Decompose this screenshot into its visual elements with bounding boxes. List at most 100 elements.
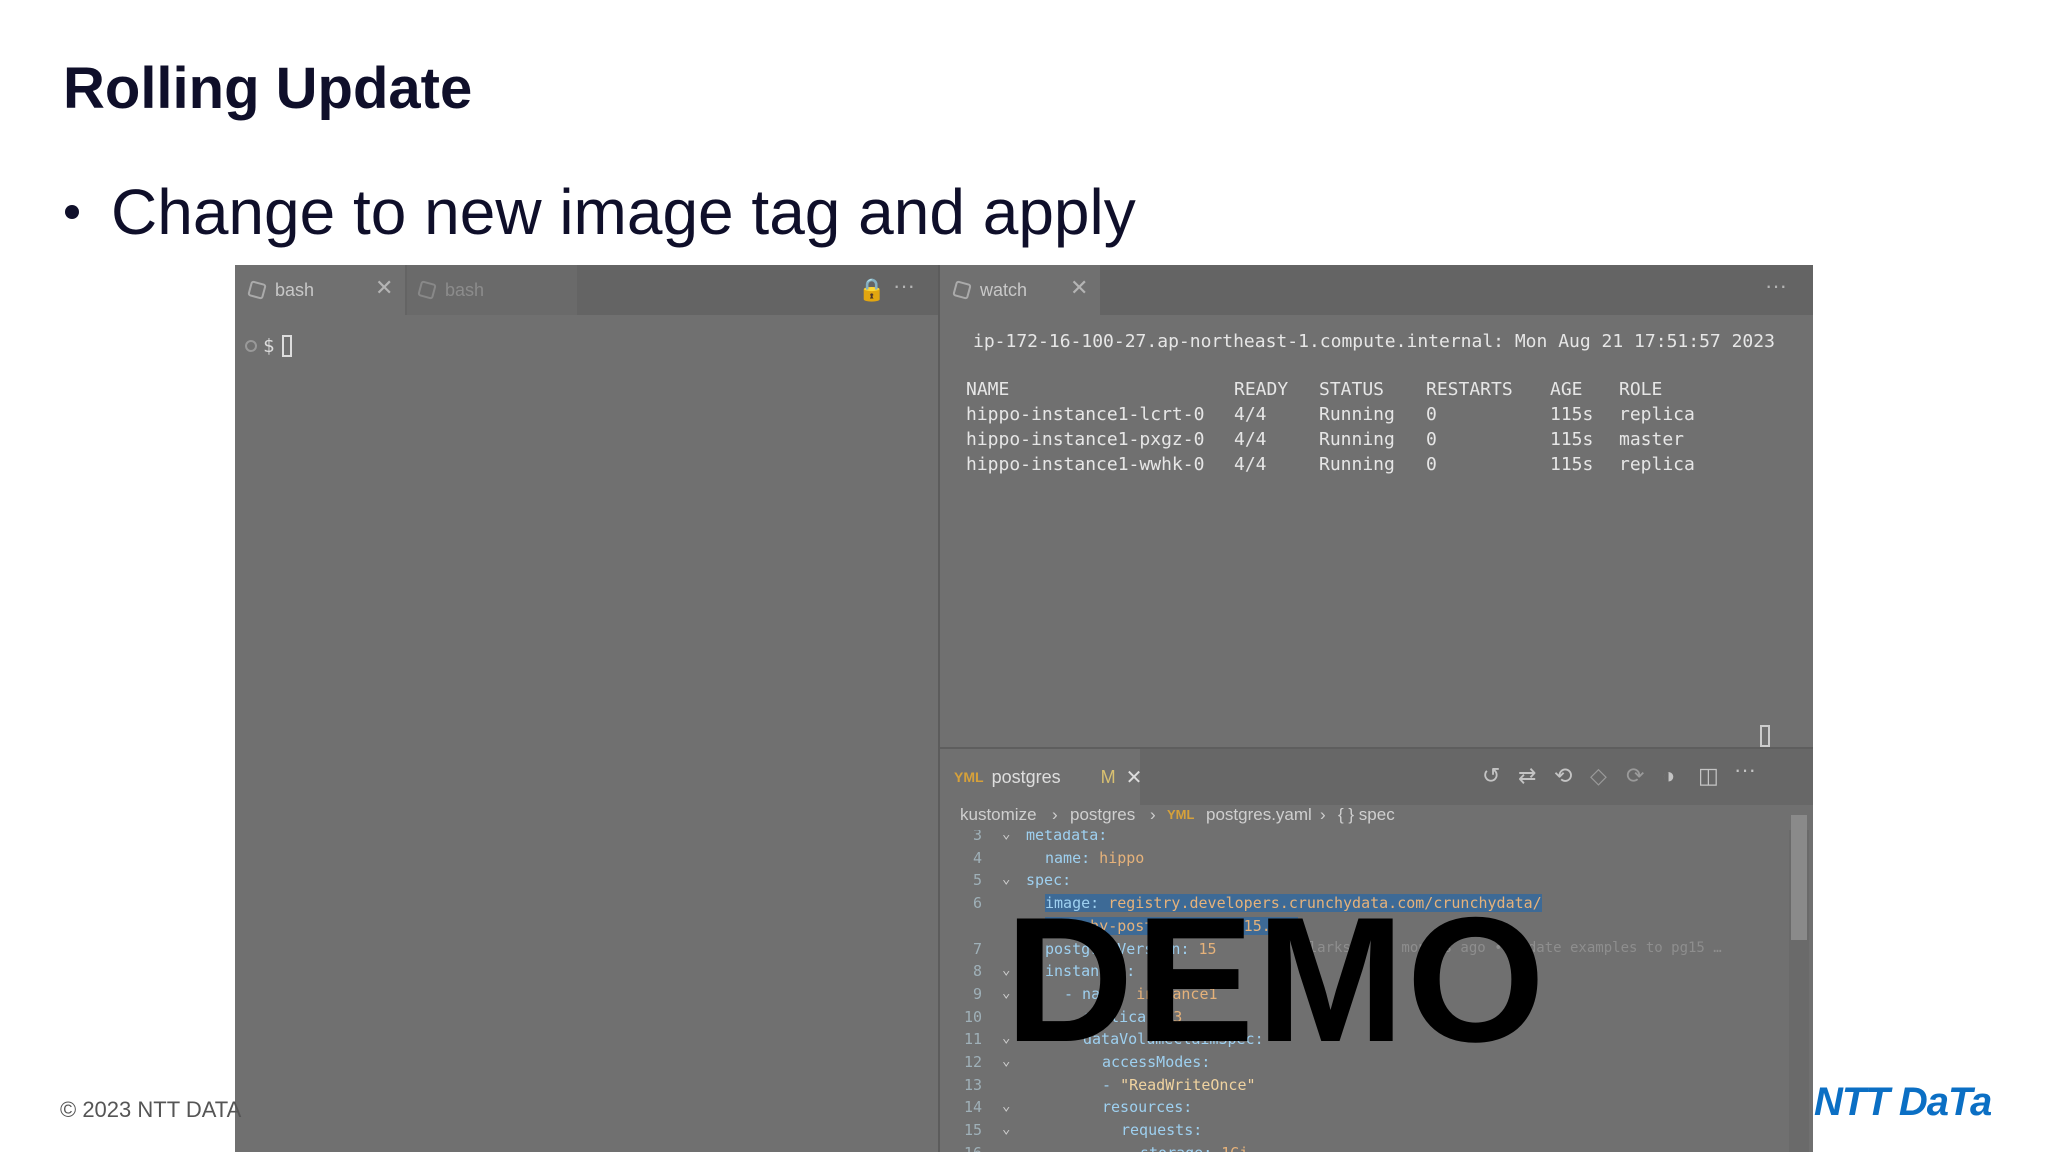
line-number: 6 [972, 894, 982, 913]
chevron-right-icon: › [1320, 805, 1326, 824]
compare-changes-icon[interactable]: ⇄ [1518, 763, 1536, 789]
code-text: name: hippo [1045, 849, 1144, 867]
close-icon[interactable]: ✕ [1070, 275, 1088, 301]
previous-change-icon[interactable]: ◇ [1590, 763, 1607, 789]
line-number: 9 [972, 984, 982, 1003]
pod-restarts: 0 [1426, 454, 1437, 475]
line-number: 3 [972, 830, 982, 844]
yaml-file-icon: YML [954, 769, 984, 785]
copyright-footer: © 2023 NTT DATA [60, 1097, 242, 1122]
code-text: resources: [1102, 1098, 1192, 1116]
code-line[interactable]: 15 ⌄ requests: [940, 1121, 1813, 1144]
column-header-ready: READY [1234, 379, 1289, 400]
chevron-right-icon: › [1150, 805, 1156, 824]
more-actions-icon[interactable]: ··· [1734, 757, 1756, 783]
pod-restarts: 0 [1426, 429, 1437, 450]
terminal-tab-bash-2[interactable]: bash [407, 265, 577, 315]
left-terminal-tabbar: bash ✕ bash 🔒 ··· [235, 265, 938, 315]
line-number: 8 [972, 962, 982, 981]
next-change-icon[interactable]: ⟳ [1626, 763, 1644, 789]
fold-chevron-icon[interactable]: ⌄ [1002, 1098, 1010, 1114]
yaml-key: name: [1045, 848, 1091, 867]
breadcrumb-item[interactable]: postgres [1070, 805, 1135, 825]
revert-icon[interactable]: ⟲ [1554, 763, 1572, 789]
yaml-file-icon: YML [1167, 807, 1195, 822]
pod-age: 115s [1550, 404, 1594, 425]
pod-status: Running [1319, 454, 1395, 475]
pod-restarts: 0 [1426, 404, 1437, 425]
pod-name: hippo-instance1-pxgz-0 [966, 429, 1205, 450]
code-line[interactable]: 3 ⌄ metadata: [940, 830, 1813, 849]
pod-ready: 4/4 [1234, 404, 1267, 425]
code-line[interactable]: 14 ⌄ resources: [940, 1098, 1813, 1121]
column-header-role: ROLE [1619, 379, 1663, 400]
pod-age: 115s [1550, 454, 1594, 475]
yaml-key: metadata: [1026, 830, 1108, 844]
yaml-key: storage: [1140, 1144, 1212, 1152]
column-header-name: NAME [966, 379, 1010, 400]
pod-status: Running [1319, 404, 1395, 425]
history-icon[interactable]: ↺ [1482, 763, 1500, 789]
ntt-data-logo: NTT DaTa [1814, 1080, 1992, 1124]
pod-role: replica [1619, 404, 1695, 425]
fold-chevron-icon[interactable]: ⌄ [1002, 830, 1010, 842]
lock-icon[interactable]: 🔒 [858, 277, 885, 303]
editor-tab-label: postgres [991, 766, 1061, 787]
fold-chevron-icon[interactable]: ⌄ [1002, 1121, 1010, 1137]
line-number: 12 [963, 1053, 982, 1071]
column-header-restarts: RESTARTS [1426, 379, 1513, 400]
bullet-item: Change to new image tag and apply [63, 175, 1136, 249]
yaml-key: resources: [1102, 1098, 1193, 1117]
terminal-cube-icon [417, 280, 437, 300]
watch-tabbar: watch ✕ ··· [940, 265, 1813, 315]
code-line[interactable]: 16 storage: 1Gi [940, 1144, 1813, 1152]
terminal-cube-icon [247, 280, 267, 300]
close-icon[interactable]: ✕ [375, 275, 393, 301]
demo-overlay: DEMO [1005, 880, 1547, 1079]
left-terminal-pane: bash ✕ bash 🔒 ··· $ [235, 265, 938, 1152]
watch-header: ip-172-16-100-27.ap-northeast-1.compute.… [973, 331, 1775, 352]
yaml-value: 1Gi [1212, 1144, 1248, 1152]
line-number: 4 [972, 848, 982, 867]
chevron-right-icon: › [1052, 805, 1058, 824]
more-actions-icon[interactable]: ··· [1765, 273, 1787, 299]
line-number: 11 [963, 1030, 982, 1049]
git-lens-icon[interactable]: ◑ [1662, 763, 1675, 789]
pod-role: master [1619, 429, 1685, 450]
pod-name: hippo-instance1-wwhk-0 [966, 454, 1205, 475]
code-text: requests: [1121, 1121, 1202, 1139]
code-line[interactable]: 4 name: hippo [940, 849, 1813, 872]
code-text: metadata: [1026, 830, 1107, 844]
code-text: storage: 1Gi [1140, 1144, 1248, 1152]
breadcrumb-item[interactable]: kustomize [960, 805, 1037, 825]
line-number: 14 [963, 1098, 982, 1117]
prompt-symbol: $ [263, 335, 275, 357]
split-editor-icon[interactable]: ◫ [1698, 763, 1719, 789]
more-actions-icon[interactable]: ··· [893, 273, 915, 299]
line-number: 5 [972, 871, 982, 890]
pod-role: replica [1619, 454, 1695, 475]
demo-screenshot: bash ✕ bash 🔒 ··· $ watch ✕ ··· ip-172-1… [235, 265, 1813, 1152]
pod-name: hippo-instance1-lcrt-0 [966, 404, 1205, 425]
cursor-icon [1760, 725, 1770, 747]
pod-ready: 4/4 [1234, 454, 1267, 475]
breadcrumb-item[interactable]: postgres.yaml [1206, 805, 1312, 825]
status-circle-icon [245, 340, 257, 352]
breadcrumb-item[interactable]: { } spec [1338, 805, 1395, 825]
line-number: 7 [972, 939, 982, 958]
close-icon[interactable]: ✕ [1126, 765, 1143, 790]
editor-tab-postgres[interactable]: YML postgres M ✕ [940, 749, 1143, 805]
column-header-status: STATUS [1319, 379, 1385, 400]
line-number: 10 [963, 1007, 982, 1026]
line-number: 16 [946, 1144, 982, 1152]
bullet-dot [65, 205, 79, 219]
yaml-value: hippo [1090, 848, 1145, 867]
column-header-age: AGE [1550, 379, 1583, 400]
slide-title: Rolling Update [63, 56, 473, 121]
cursor-icon [282, 335, 293, 357]
yaml-key: requests: [1121, 1121, 1203, 1140]
watch-output: ip-172-16-100-27.ap-northeast-1.compute.… [940, 315, 1813, 747]
terminal-tab-label: bash [275, 279, 315, 300]
terminal-prompt[interactable]: $ [245, 335, 293, 357]
pod-status: Running [1319, 429, 1395, 450]
